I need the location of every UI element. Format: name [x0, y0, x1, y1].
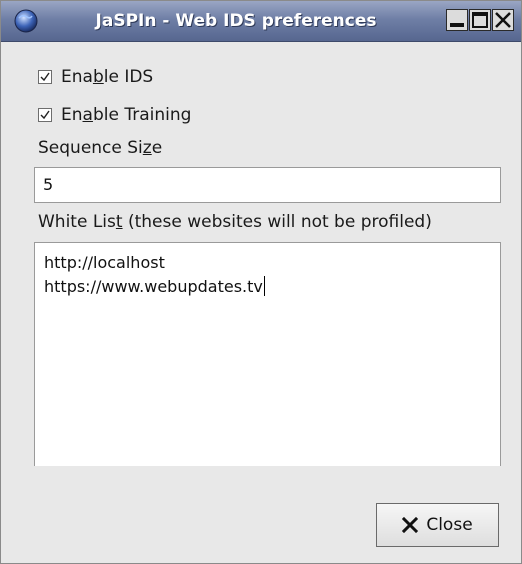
checkmark-icon — [40, 72, 50, 82]
minimize-button[interactable] — [446, 9, 468, 31]
enable-training-label: Enable Training — [61, 105, 192, 125]
white-list-textarea[interactable]: http://localhost https://www.webupdates.… — [34, 242, 501, 466]
globe-icon[interactable] — [13, 8, 39, 34]
title-bar[interactable]: JaSPIn - Web IDS preferences — [1, 1, 521, 42]
close-button[interactable]: Close — [376, 503, 499, 547]
sequence-size-label: Sequence Size — [38, 138, 163, 158]
x-icon — [402, 517, 419, 533]
window-title: JaSPIn - Web IDS preferences — [95, 11, 377, 31]
enable-training-checkbox[interactable] — [38, 108, 52, 122]
close-button-label: Close — [426, 515, 473, 535]
maximize-icon — [472, 12, 488, 28]
text-caret — [263, 276, 265, 296]
enable-ids-label: Enable IDS — [61, 67, 154, 87]
minimize-icon — [450, 23, 464, 27]
white-list-label: White List (these websites will not be p… — [38, 212, 432, 232]
maximize-button[interactable] — [469, 9, 491, 31]
close-icon — [495, 12, 511, 28]
white-list-entry-line: https://www.webupdates.tv — [44, 275, 491, 299]
window-close-button[interactable] — [492, 9, 514, 31]
enable-ids-checkbox[interactable] — [38, 70, 52, 84]
white-list-entry: http://localhost — [44, 253, 165, 272]
sequence-size-input[interactable]: 5 — [34, 167, 501, 203]
enable-ids-option[interactable]: Enable IDS — [38, 66, 153, 88]
checkmark-icon — [40, 110, 50, 120]
white-list-entry: https://www.webupdates.tv — [44, 277, 263, 296]
enable-training-option[interactable]: Enable Training — [38, 104, 191, 126]
preferences-window: JaSPIn - Web IDS preferences Enable IDS — [0, 0, 522, 564]
